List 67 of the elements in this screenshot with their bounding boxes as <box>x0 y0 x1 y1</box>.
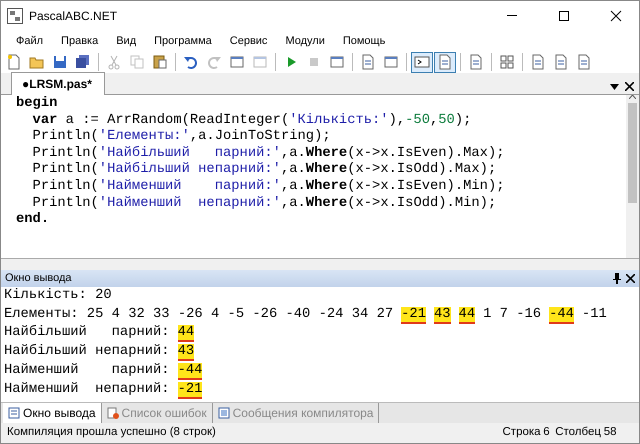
menu-item[interactable]: Модули <box>276 32 334 50</box>
highlighted-number: 43 <box>434 306 451 324</box>
window-title: PascalABC.NET <box>29 8 118 25</box>
output-text: Найменший парний: <box>4 362 170 378</box>
status-value: 58 <box>604 425 616 440</box>
output-text: Найменший непарний: <box>4 382 170 397</box>
document-icon <box>6 54 22 70</box>
status-label: Строка <box>502 425 541 440</box>
document-icon <box>218 407 230 419</box>
panel-tab[interactable]: Окно вывода <box>3 403 102 423</box>
document-icon <box>576 54 592 70</box>
scrollbar[interactable] <box>626 95 639 258</box>
window-icon <box>329 54 345 70</box>
output-text: Найбільший парний: <box>4 325 170 340</box>
panel-title: Окно вывода <box>5 271 72 286</box>
highlighted-number: 43 <box>178 344 194 362</box>
highlighted-number: -21 <box>401 306 426 324</box>
highlighted-number: 44 <box>458 306 476 324</box>
output-text: -11 <box>582 306 607 322</box>
pin-icon[interactable] <box>612 273 620 284</box>
maximize-icon <box>558 10 570 22</box>
window-icon <box>229 54 245 70</box>
menu-item[interactable]: Сервис <box>220 32 276 50</box>
status-message: Компиляция прошла успешно (8 строк) <box>7 425 217 440</box>
document-icon <box>106 407 119 419</box>
dropdown-arrow-icon[interactable] <box>610 84 619 90</box>
copy-icon <box>129 54 145 70</box>
menu-item[interactable]: Файл <box>7 32 52 50</box>
status-value: 6 <box>543 425 550 440</box>
floppy-disks-icon <box>75 54 91 70</box>
toolbar-button[interactable] <box>411 52 433 72</box>
toolbar-button[interactable] <box>434 52 456 72</box>
scissors-icon <box>106 54 122 70</box>
document-icon <box>530 54 546 70</box>
scroll-up-icon[interactable] <box>629 95 636 99</box>
file-tab[interactable]: ●LRSM.pas* <box>11 72 105 95</box>
output-text: Елементы: 25 4 32 33 -26 4 -5 -26 -40 -24 34 27 <box>4 306 394 322</box>
close-icon[interactable] <box>626 274 635 283</box>
menu-item[interactable]: Правка <box>52 32 108 50</box>
code-editor[interactable]: begin var a := ArrRandom(ReadInteger('Кількість:'),-50,50); Println('Елементы:',a.JoinToString); Println('Найбільший парний:',a.Where(x->x.IsEven).Max); Println('Найбільший непарний:',a.Where(x->x.IsOdd).Max); Println('Найменший парний:',a.Where(x->x.IsEven).Min); Println('Найменший непарний:',a.Where(x->x.IsOdd).Min); end. <box>1 95 626 258</box>
status-label: Столбец <box>555 425 601 440</box>
window-icon <box>252 54 268 70</box>
menu-item[interactable]: Вид <box>107 32 146 50</box>
highlighted-number: -44 <box>178 362 202 380</box>
close-icon[interactable] <box>624 82 634 92</box>
output-text: Найбільший непарний: <box>4 344 170 360</box>
highlighted-number: -44 <box>549 306 574 324</box>
clipboard-icon <box>152 54 168 70</box>
highlighted-number: -21 <box>178 382 202 399</box>
menu-item[interactable]: Программа <box>145 32 221 50</box>
app-icon <box>7 8 23 24</box>
output-text: 1 7 -16 <box>483 306 542 322</box>
document-icon <box>360 54 376 70</box>
highlighted-number: 44 <box>178 325 194 342</box>
list-icon <box>8 407 20 419</box>
document-icon <box>468 54 484 70</box>
output-text: Кількість: 20 <box>4 288 112 303</box>
document-icon <box>553 54 569 70</box>
undo-arrow-icon <box>183 54 199 70</box>
document-icon <box>437 54 453 70</box>
scroll-thumb[interactable] <box>628 103 637 203</box>
console-icon <box>414 54 430 70</box>
close-icon <box>610 10 622 22</box>
redo-arrow-icon <box>206 54 222 70</box>
window-icon <box>383 54 399 70</box>
menu-item[interactable]: Помощь <box>334 32 394 50</box>
grid-icon <box>499 54 515 70</box>
